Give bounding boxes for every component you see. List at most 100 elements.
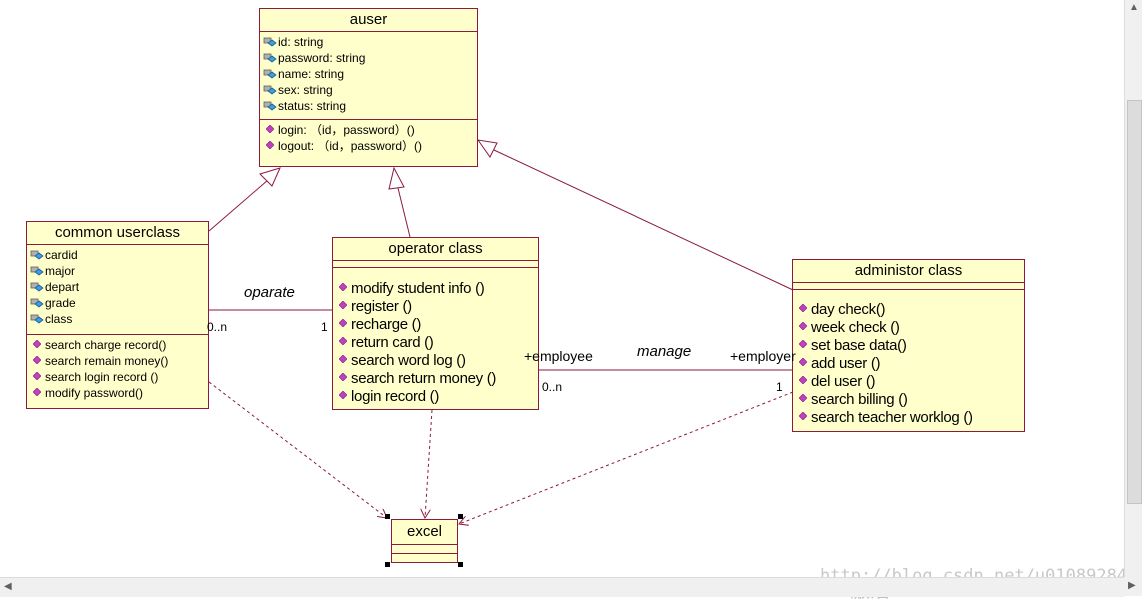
operation-icon (799, 412, 807, 420)
operation-text: search teacher worklog () (811, 409, 973, 426)
attribute-row[interactable]: id: string (260, 34, 477, 50)
operation-icon (339, 319, 347, 327)
attribute-row[interactable]: status: string (260, 98, 477, 114)
scrollbar-thumb[interactable] (1127, 100, 1142, 504)
attribute-row[interactable]: class (27, 311, 208, 327)
operation-icon (339, 373, 347, 381)
attribute-text: class (45, 312, 73, 326)
operation-text: login record () (351, 388, 440, 405)
operation-text: logout: （id，password）() (278, 139, 423, 153)
attribute-icon (30, 314, 44, 324)
operation-icon (339, 355, 347, 363)
operation-text: add user () (811, 355, 881, 372)
selection-handle[interactable] (385, 562, 390, 567)
attribute-row[interactable]: cardid (27, 247, 208, 263)
operation-row[interactable]: add user () (793, 355, 1024, 373)
operation-row[interactable]: search remain money() (27, 353, 208, 369)
attribute-text: sex: string (278, 83, 333, 97)
attribute-icon (30, 282, 44, 292)
operation-row[interactable]: logout: （id，password）() (260, 138, 477, 154)
association-name-oparate: oparate (244, 284, 295, 301)
attribute-text: major (45, 264, 76, 278)
attribute-section (333, 261, 538, 268)
attribute-icon (30, 250, 44, 260)
horizontal-scrollbar[interactable]: ◀ (0, 577, 1124, 597)
attribute-row[interactable]: sex: string (260, 82, 477, 98)
operation-icon (799, 394, 807, 402)
operation-section: day check() week check () set base data() a… (793, 290, 1024, 430)
association-name-manage: manage (637, 343, 692, 360)
attribute-row[interactable]: depart (27, 279, 208, 295)
operation-row[interactable]: search billing () (793, 391, 1024, 409)
class-name: auser (260, 9, 477, 32)
operation-row[interactable]: search teacher worklog () (793, 409, 1024, 427)
selection-handle[interactable] (458, 514, 463, 519)
dependency-admin-excel (459, 391, 794, 524)
selection-handle[interactable] (458, 562, 463, 567)
operation-row[interactable]: search word log () (333, 352, 538, 370)
operation-section: search charge record() search remain mone… (27, 335, 208, 404)
operation-row[interactable]: del user () (793, 373, 1024, 391)
attribute-section: cardid major depart grade class (27, 245, 208, 335)
attribute-icon (263, 37, 277, 47)
operation-icon (266, 141, 274, 149)
scroll-right-icon[interactable]: ▶ (1128, 580, 1136, 591)
class-excel[interactable]: excel (391, 519, 458, 563)
operation-icon (799, 340, 807, 348)
operation-row[interactable]: return card () (333, 334, 538, 352)
attribute-row[interactable]: grade (27, 295, 208, 311)
multiplicity-label: 1 (321, 320, 328, 334)
operation-row[interactable]: week check () (793, 319, 1024, 337)
class-operator[interactable]: operator class modify student info () reg… (332, 237, 539, 410)
operation-icon (799, 358, 807, 366)
selection-handle[interactable] (385, 514, 390, 519)
operation-row[interactable]: login record () (333, 388, 538, 406)
diagram-canvas[interactable]: auser id: string password: string name: st… (0, 0, 1137, 602)
attribute-icon (263, 85, 277, 95)
attribute-icon (263, 101, 277, 111)
operation-row[interactable]: modify student info () (333, 280, 538, 298)
class-auser[interactable]: auser id: string password: string name: st… (259, 8, 478, 167)
operation-icon (33, 372, 41, 380)
operation-text: week check () (811, 319, 900, 336)
operation-row[interactable]: register () (333, 298, 538, 316)
operation-icon (33, 340, 41, 348)
attribute-icon (30, 266, 44, 276)
attribute-row[interactable]: password: string (260, 50, 477, 66)
attribute-section (793, 283, 1024, 290)
vertical-scrollbar[interactable]: ▲ (1124, 0, 1142, 577)
operation-text: register () (351, 298, 412, 315)
operation-icon (339, 391, 347, 399)
class-administor[interactable]: administor class day check() week check (… (792, 259, 1025, 432)
operation-row[interactable]: search return money () (333, 370, 538, 388)
operation-row[interactable]: login: （id，password）() (260, 122, 477, 138)
generalization-arrowhead-common (259, 167, 281, 187)
attribute-text: cardid (45, 248, 78, 262)
operation-row[interactable]: recharge () (333, 316, 538, 334)
operation-row[interactable]: day check() (793, 301, 1024, 319)
operation-text: search charge record() (45, 338, 167, 352)
scroll-up-icon[interactable]: ▲ (1129, 2, 1139, 13)
operation-icon (799, 376, 807, 384)
attribute-row[interactable]: major (27, 263, 208, 279)
role-label: +employer (730, 348, 796, 364)
attribute-row[interactable]: name: string (260, 66, 477, 82)
operation-section: login: （id，password）() logout: （id，passwo… (260, 120, 477, 157)
scroll-left-icon[interactable]: ◀ (4, 581, 12, 592)
class-common-userclass[interactable]: common userclass cardid major depart grade c… (26, 221, 209, 409)
operation-icon (33, 388, 41, 396)
operation-icon (339, 301, 347, 309)
operation-row[interactable]: modify password() (27, 385, 208, 401)
operation-text: modify student info () (351, 280, 485, 297)
resize-grip-icon[interactable]: ▶ (1124, 577, 1142, 596)
operation-row[interactable]: search charge record() (27, 337, 208, 353)
attribute-text: password: string (278, 51, 366, 65)
operation-row[interactable]: set base data() (793, 337, 1024, 355)
operation-icon (266, 125, 274, 133)
class-name: excel (392, 520, 457, 545)
multiplicity-label: 0..n (542, 380, 563, 394)
class-name: common userclass (27, 222, 208, 245)
operation-icon (33, 356, 41, 364)
operation-row[interactable]: search login record () (27, 369, 208, 385)
class-name: administor class (793, 260, 1024, 283)
